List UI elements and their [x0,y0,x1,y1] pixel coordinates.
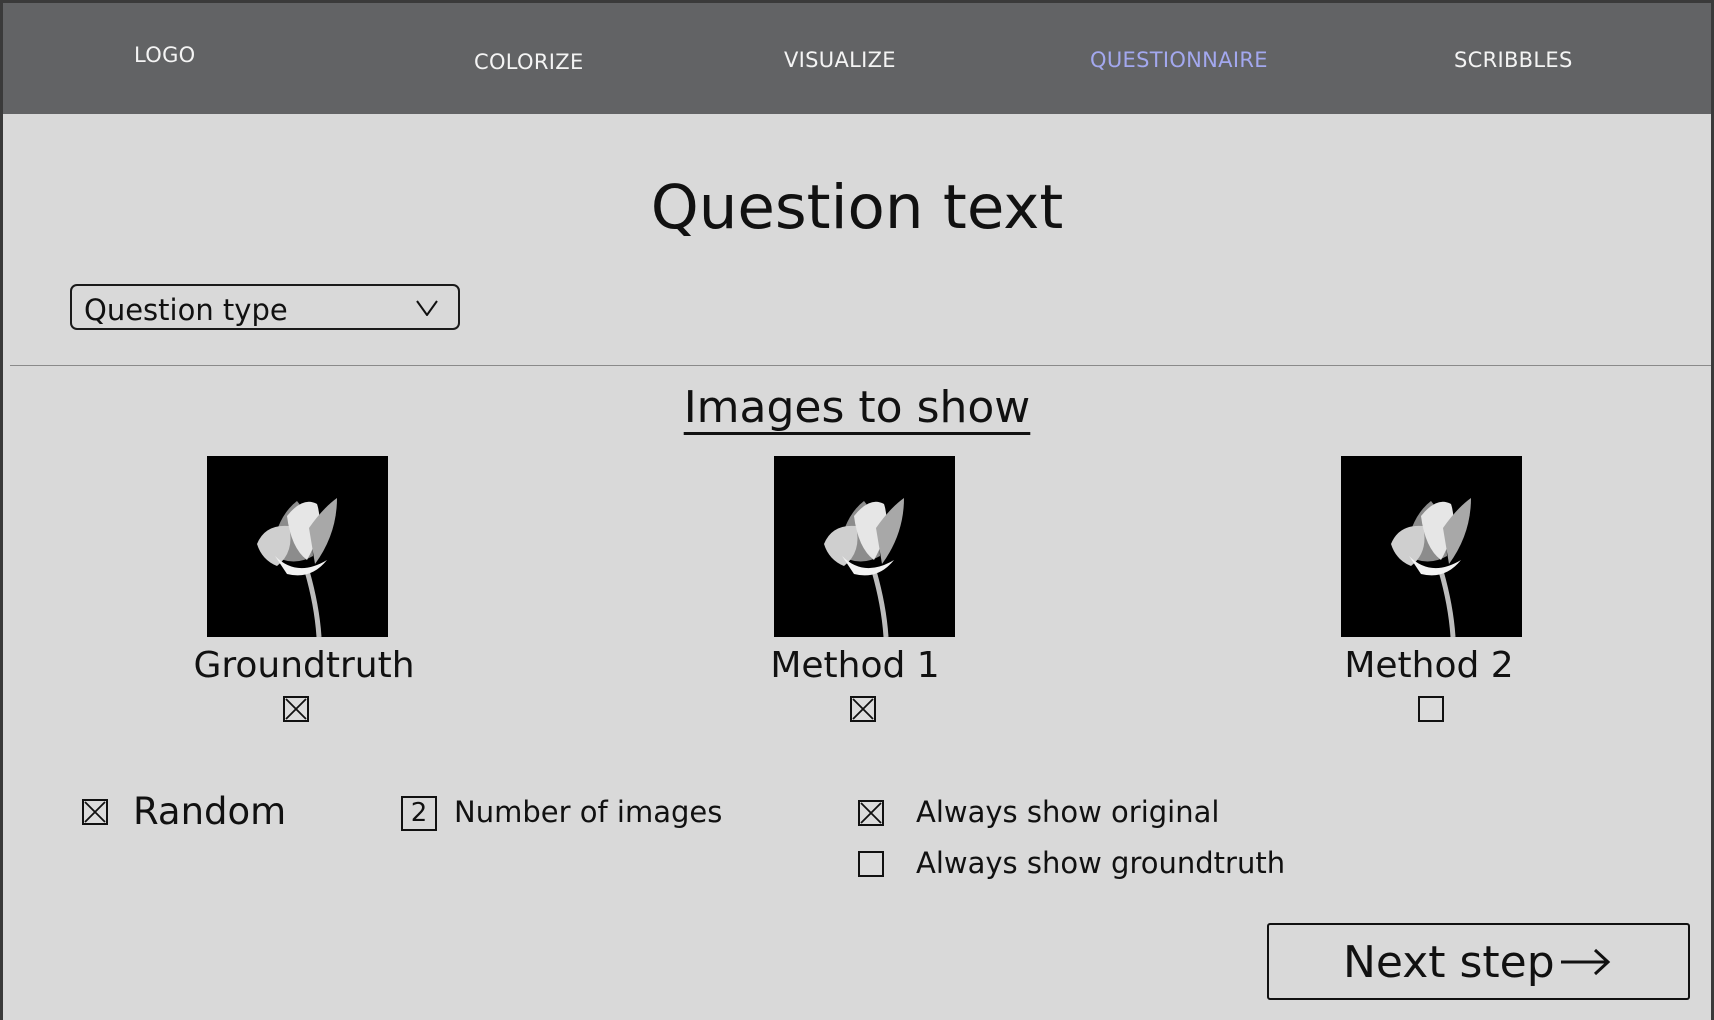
groundtruth-checkbox[interactable] [283,696,309,722]
method-1-checkbox[interactable] [850,696,876,722]
random-checkbox[interactable] [82,799,108,825]
nav-item-colorize[interactable]: COLORIZE [474,50,584,74]
method-2-caption: Method 2 [1344,645,1514,686]
groundtruth-image [207,456,388,638]
top-navbar: LOGO COLORIZE VISUALIZE QUESTIONNAIRE SC… [0,0,1714,114]
number-of-images-label: Number of images [454,795,723,829]
chevron-down-icon [416,300,438,316]
question-type-select[interactable]: Question type [70,284,460,330]
question-title: Question text [650,172,1064,243]
nav-item-scribbles[interactable]: SCRIBBLES [1454,48,1573,72]
always-show-original-label: Always show original [916,795,1220,829]
next-step-button[interactable]: Next step [1267,923,1690,1000]
section-divider [10,365,1714,366]
always-show-groundtruth-label: Always show groundtruth [916,846,1286,880]
nav-item-questionnaire[interactable]: QUESTIONNAIRE [1090,48,1268,72]
next-step-label: Next step [1343,937,1555,988]
number-of-images-input[interactable]: 2 [401,796,437,831]
always-show-original-checkbox[interactable] [858,800,884,826]
method-2-image [1341,456,1522,638]
nav-logo[interactable]: LOGO [134,43,195,67]
random-label: Random [133,790,287,833]
images-heading: Images to show [683,382,1031,433]
method-1-caption: Method 1 [770,645,940,686]
checked-icon [285,698,307,720]
always-show-groundtruth-checkbox[interactable] [858,851,884,877]
checked-icon [852,698,874,720]
groundtruth-caption: Groundtruth [193,645,415,686]
nav-item-visualize[interactable]: VISUALIZE [784,48,896,72]
method-2-checkbox[interactable] [1418,696,1444,722]
method-1-image [774,456,955,638]
checked-icon [860,802,882,824]
arrow-right-icon [1561,948,1611,976]
question-type-label: Question type [84,293,288,327]
checked-icon [84,801,106,823]
